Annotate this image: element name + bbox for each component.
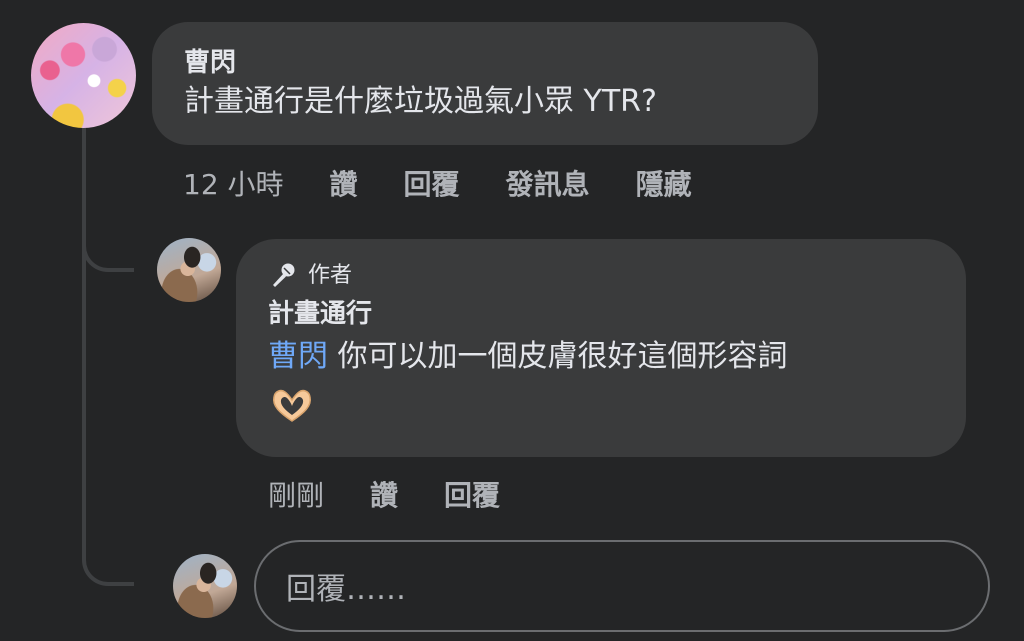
author-badge-label: 作者	[308, 263, 353, 288]
reply-text-body: 你可以加一個皮膚很好這個形容詞	[328, 339, 788, 374]
heart-hands-emoji	[272, 389, 312, 422]
reply-author-name[interactable]: 計畫通行	[268, 297, 934, 331]
author-badge: 作者	[268, 261, 934, 291]
mention-link[interactable]: 曹閃	[268, 339, 328, 374]
comment-actions: 12 小時 讚 回覆 發訊息 隱藏	[183, 163, 692, 203]
thread-line	[82, 126, 86, 546]
emoji-line	[268, 385, 934, 429]
reply-bubble: 作者 計畫通行 曹閃 你可以加一個皮膚很好這個形容詞	[236, 239, 966, 457]
avatar[interactable]	[157, 238, 221, 302]
reply-button[interactable]: 回覆	[404, 163, 460, 203]
like-button[interactable]: 讚	[370, 474, 398, 514]
reply-actions: 剛剛 讚 回覆	[268, 474, 500, 514]
comment-text: 計畫通行是什麼垃圾過氣小眾 YTR?	[184, 84, 657, 119]
comment-thread: 曹閃 計畫通行是什麼垃圾過氣小眾 YTR? 12 小時 讚 回覆 發訊息 隱藏 …	[0, 0, 1024, 641]
reply-input-placeholder: 回覆……	[286, 572, 406, 607]
comment-author-name[interactable]: 曹閃	[184, 46, 786, 80]
hide-button[interactable]: 隱藏	[636, 163, 692, 203]
comment-bubble: 曹閃 計畫通行是什麼垃圾過氣小眾 YTR?	[152, 22, 818, 145]
avatar[interactable]	[31, 23, 136, 128]
reply-button[interactable]: 回覆	[444, 474, 500, 514]
microphone-icon	[273, 263, 295, 287]
avatar	[173, 554, 237, 618]
reply-text: 曹閃 你可以加一個皮膚很好這個形容詞	[268, 335, 934, 379]
thread-connector	[82, 226, 134, 272]
like-button[interactable]: 讚	[330, 163, 358, 203]
thread-connector	[82, 540, 134, 586]
reply-timestamp[interactable]: 剛剛	[268, 474, 324, 514]
message-button[interactable]: 發訊息	[506, 163, 590, 203]
reply-input[interactable]: 回覆……	[254, 540, 990, 632]
comment-timestamp[interactable]: 12 小時	[183, 163, 284, 203]
